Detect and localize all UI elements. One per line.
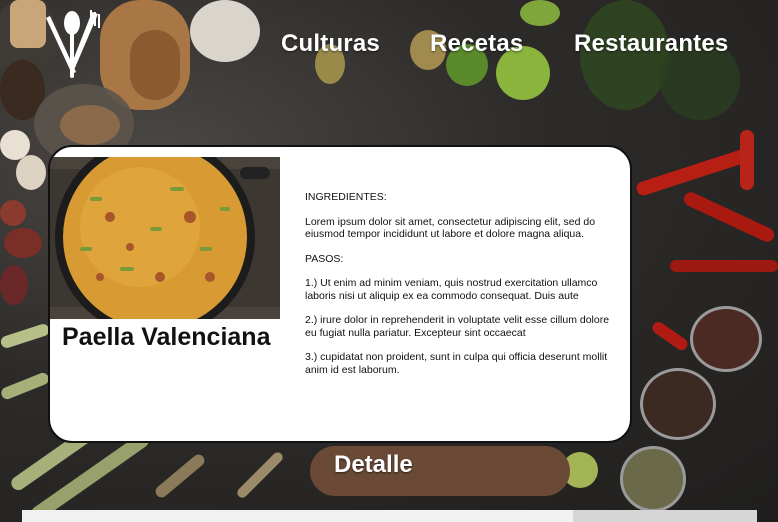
ingredients-heading: INGREDIENTES:: [305, 191, 387, 203]
step-item: 1.) Ut enim ad minim veniam, quis nostru…: [305, 277, 598, 302]
recipe-photo: [50, 157, 280, 319]
step-item: 3.) cupidatat non proident, sunt in culp…: [305, 351, 608, 376]
detail-button[interactable]: Detalle: [334, 451, 413, 479]
nav-link-recetas[interactable]: Recetas: [430, 30, 523, 58]
nav-link-culturas[interactable]: Culturas: [281, 30, 380, 58]
main-nav: Culturas Recetas Restaurantes: [0, 30, 778, 60]
footer-bar: [22, 510, 757, 522]
paella-pan-image: [50, 157, 280, 319]
recipe-card: Paella Valenciana INGREDIENTES: Lorem ip…: [48, 145, 632, 443]
footer-bar-segment: [573, 510, 757, 522]
recipe-title: Paella Valenciana: [62, 323, 271, 351]
ingredients-text: Lorem ipsum dolor sit amet, consectetur …: [305, 215, 596, 240]
nav-link-restaurantes[interactable]: Restaurantes: [574, 30, 728, 58]
steps-heading: PASOS:: [305, 252, 344, 265]
recipe-details: INGREDIENTES: Lorem ipsum dolor sit amet…: [305, 191, 620, 388]
step-item: 2.) irure dolor in reprehenderit in volu…: [305, 314, 610, 339]
